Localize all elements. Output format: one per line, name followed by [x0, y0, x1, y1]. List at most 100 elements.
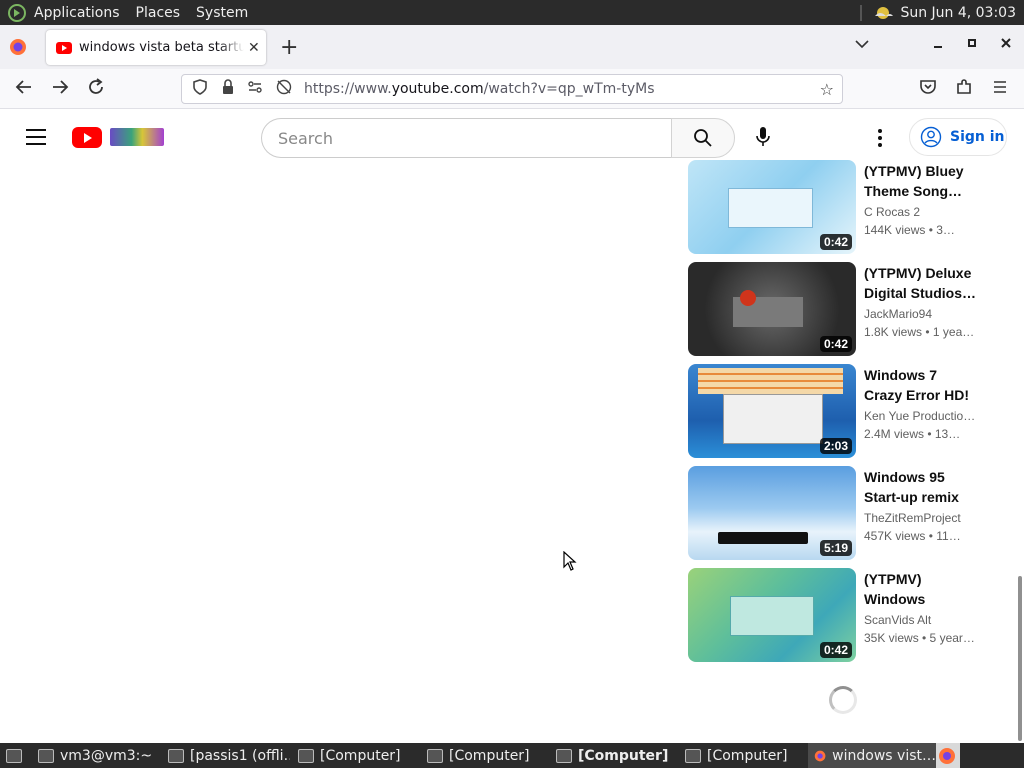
tracking-protection-shield-icon[interactable]: [190, 79, 210, 99]
minimize-button[interactable]: [932, 37, 944, 53]
workspace-switcher[interactable]: [936, 743, 960, 768]
video-thumbnail[interactable]: 5:19: [688, 466, 856, 560]
chevron-down-icon: [855, 40, 869, 49]
maximize-icon: [968, 39, 976, 47]
taskbar-item-firefox[interactable]: windows vist…: [808, 743, 936, 768]
channel-name[interactable]: TheZitRemProject: [864, 511, 976, 525]
scrollbar-thumb[interactable]: [1018, 576, 1022, 741]
video-title[interactable]: (YTPMV) Deluxe Digital Studios…: [864, 263, 976, 303]
video-meta: (YTPMV) Deluxe Digital Studios… JackMari…: [864, 262, 976, 356]
maximize-button[interactable]: [966, 37, 978, 53]
distro-logo-icon[interactable]: [8, 3, 26, 22]
video-meta: Windows 95 Start-up remix TheZitRemProje…: [864, 466, 976, 560]
forward-button[interactable]: [51, 78, 69, 101]
taskbar-item-computer-3[interactable]: [Computer]: [550, 743, 678, 768]
firefox-icon: [10, 39, 26, 55]
top-panel: Applications Places System Sun Jun 4, 03…: [0, 0, 1024, 25]
search-placeholder: Search: [278, 128, 333, 148]
pocket-icon: [920, 80, 936, 94]
list-all-tabs-button[interactable]: [855, 37, 869, 53]
recommendation-item[interactable]: 0:42 (YTPMV) Deluxe Digital Studios… Jac…: [688, 262, 1008, 356]
url-bar[interactable]: https://www.youtube.com/watch?v=qp_wTm-t…: [181, 74, 843, 104]
firefox-icon: [939, 747, 955, 764]
tab-strip: windows vista beta startup s ✕ +: [0, 25, 1024, 69]
taskbar-item-passis1[interactable]: [passis1 (offli…: [162, 743, 290, 768]
video-thumbnail[interactable]: 2:03: [688, 364, 856, 458]
video-title[interactable]: (YTPMV) Windows Vista…: [864, 569, 976, 609]
app-menu-button[interactable]: [991, 78, 1009, 101]
channel-name[interactable]: ScanVids Alt: [864, 613, 976, 627]
panel-separator: [860, 4, 863, 21]
tab-title: windows vista beta startup s: [79, 40, 244, 55]
youtube-doodle-logo[interactable]: [110, 128, 164, 146]
extensions-button[interactable]: [955, 78, 973, 101]
tab-active[interactable]: windows vista beta startup s ✕: [46, 30, 266, 65]
arrow-left-icon: [15, 80, 31, 94]
search-input[interactable]: Search: [261, 118, 672, 158]
computer-icon: [298, 748, 314, 763]
settings-more-icon[interactable]: [870, 125, 890, 151]
pocket-button[interactable]: [919, 78, 937, 101]
video-duration: 0:42: [819, 642, 852, 658]
reload-button[interactable]: [87, 78, 105, 101]
lock-icon[interactable]: [218, 79, 238, 99]
loading-spinner-icon: [829, 686, 857, 714]
minimize-icon: [934, 46, 942, 48]
reload-icon: [89, 78, 103, 94]
taskbar-item-label: [Computer]: [449, 747, 530, 764]
video-title[interactable]: (YTPMV) Bluey Theme Song…: [864, 161, 976, 201]
video-title[interactable]: Windows 7 Crazy Error HD!: [864, 365, 976, 405]
video-duration: 0:42: [819, 234, 852, 250]
voice-search-button[interactable]: [748, 122, 778, 152]
channel-name[interactable]: Ken Yue Productio…: [864, 409, 976, 423]
video-stats: 35K views • 5 year…: [864, 631, 975, 645]
clock[interactable]: Sun Jun 4, 03:03: [900, 5, 1016, 21]
taskbar-item-computer-1[interactable]: [Computer]: [292, 743, 420, 768]
firefox-view-button[interactable]: [0, 25, 36, 69]
url-text[interactable]: https://www.youtube.com/watch?v=qp_wTm-t…: [304, 81, 655, 97]
bookmark-star-icon[interactable]: ☆: [820, 80, 834, 99]
close-icon: [1001, 38, 1011, 48]
search-button[interactable]: [671, 118, 735, 158]
taskbar-item-computer-2[interactable]: [Computer]: [421, 743, 549, 768]
arrow-right-icon: [53, 80, 69, 94]
taskbar-item-label: [Computer]: [320, 747, 401, 764]
taskbar-item-label: [Computer]: [707, 747, 788, 764]
video-thumbnail[interactable]: 0:42: [688, 568, 856, 662]
computer-icon: [685, 748, 701, 763]
channel-name[interactable]: C Rocas 2: [864, 205, 976, 219]
autoplay-blocked-icon[interactable]: [274, 79, 294, 99]
video-thumbnail[interactable]: 0:42: [688, 262, 856, 356]
close-tab-icon[interactable]: ✕: [248, 40, 260, 56]
video-stats: 1.8K views • 1 yea…: [864, 325, 975, 339]
video-thumbnail[interactable]: 0:42: [688, 160, 856, 254]
taskbar-item-computer-4[interactable]: [Computer]: [679, 743, 807, 768]
taskbar-item-terminal[interactable]: vm3@vm3:~: [32, 743, 160, 768]
recommendation-item[interactable]: 0:42 (YTPMV) Bluey Theme Song… C Rocas 2…: [688, 160, 1008, 254]
close-window-button[interactable]: [1000, 37, 1012, 53]
taskbar-item-label: windows vist…: [832, 747, 936, 764]
system-menu[interactable]: System: [196, 5, 248, 21]
back-button[interactable]: [15, 78, 33, 101]
sign-in-button[interactable]: Sign in: [909, 118, 1007, 156]
weather-icon[interactable]: [872, 4, 894, 22]
guide-menu-icon[interactable]: [26, 129, 46, 145]
places-menu[interactable]: Places: [136, 5, 181, 21]
recommendation-item[interactable]: 5:19 Windows 95 Start-up remix TheZitRem…: [688, 466, 1008, 560]
youtube-logo-icon[interactable]: [72, 127, 102, 148]
recommendation-item[interactable]: 2:03 Windows 7 Crazy Error HD! Ken Yue P…: [688, 364, 1008, 458]
applications-menu[interactable]: Applications: [34, 5, 120, 21]
video-duration: 2:03: [819, 438, 852, 454]
terminal-icon: [38, 748, 54, 763]
video-duration: 5:19: [819, 540, 852, 556]
puzzle-icon: [957, 79, 971, 94]
channel-name[interactable]: JackMario94: [864, 307, 976, 321]
video-meta: (YTPMV) Windows Vista… ScanVids Alt 35K …: [864, 568, 976, 662]
new-tab-button[interactable]: +: [280, 35, 298, 60]
microphone-icon: [756, 127, 770, 146]
video-title[interactable]: Windows 95 Start-up remix: [864, 467, 976, 507]
show-desktop-button[interactable]: [0, 743, 30, 768]
url-host: youtube.com: [391, 81, 484, 97]
recommendation-item[interactable]: 0:42 (YTPMV) Windows Vista… ScanVids Alt…: [688, 568, 1008, 662]
permissions-icon[interactable]: [246, 79, 266, 99]
